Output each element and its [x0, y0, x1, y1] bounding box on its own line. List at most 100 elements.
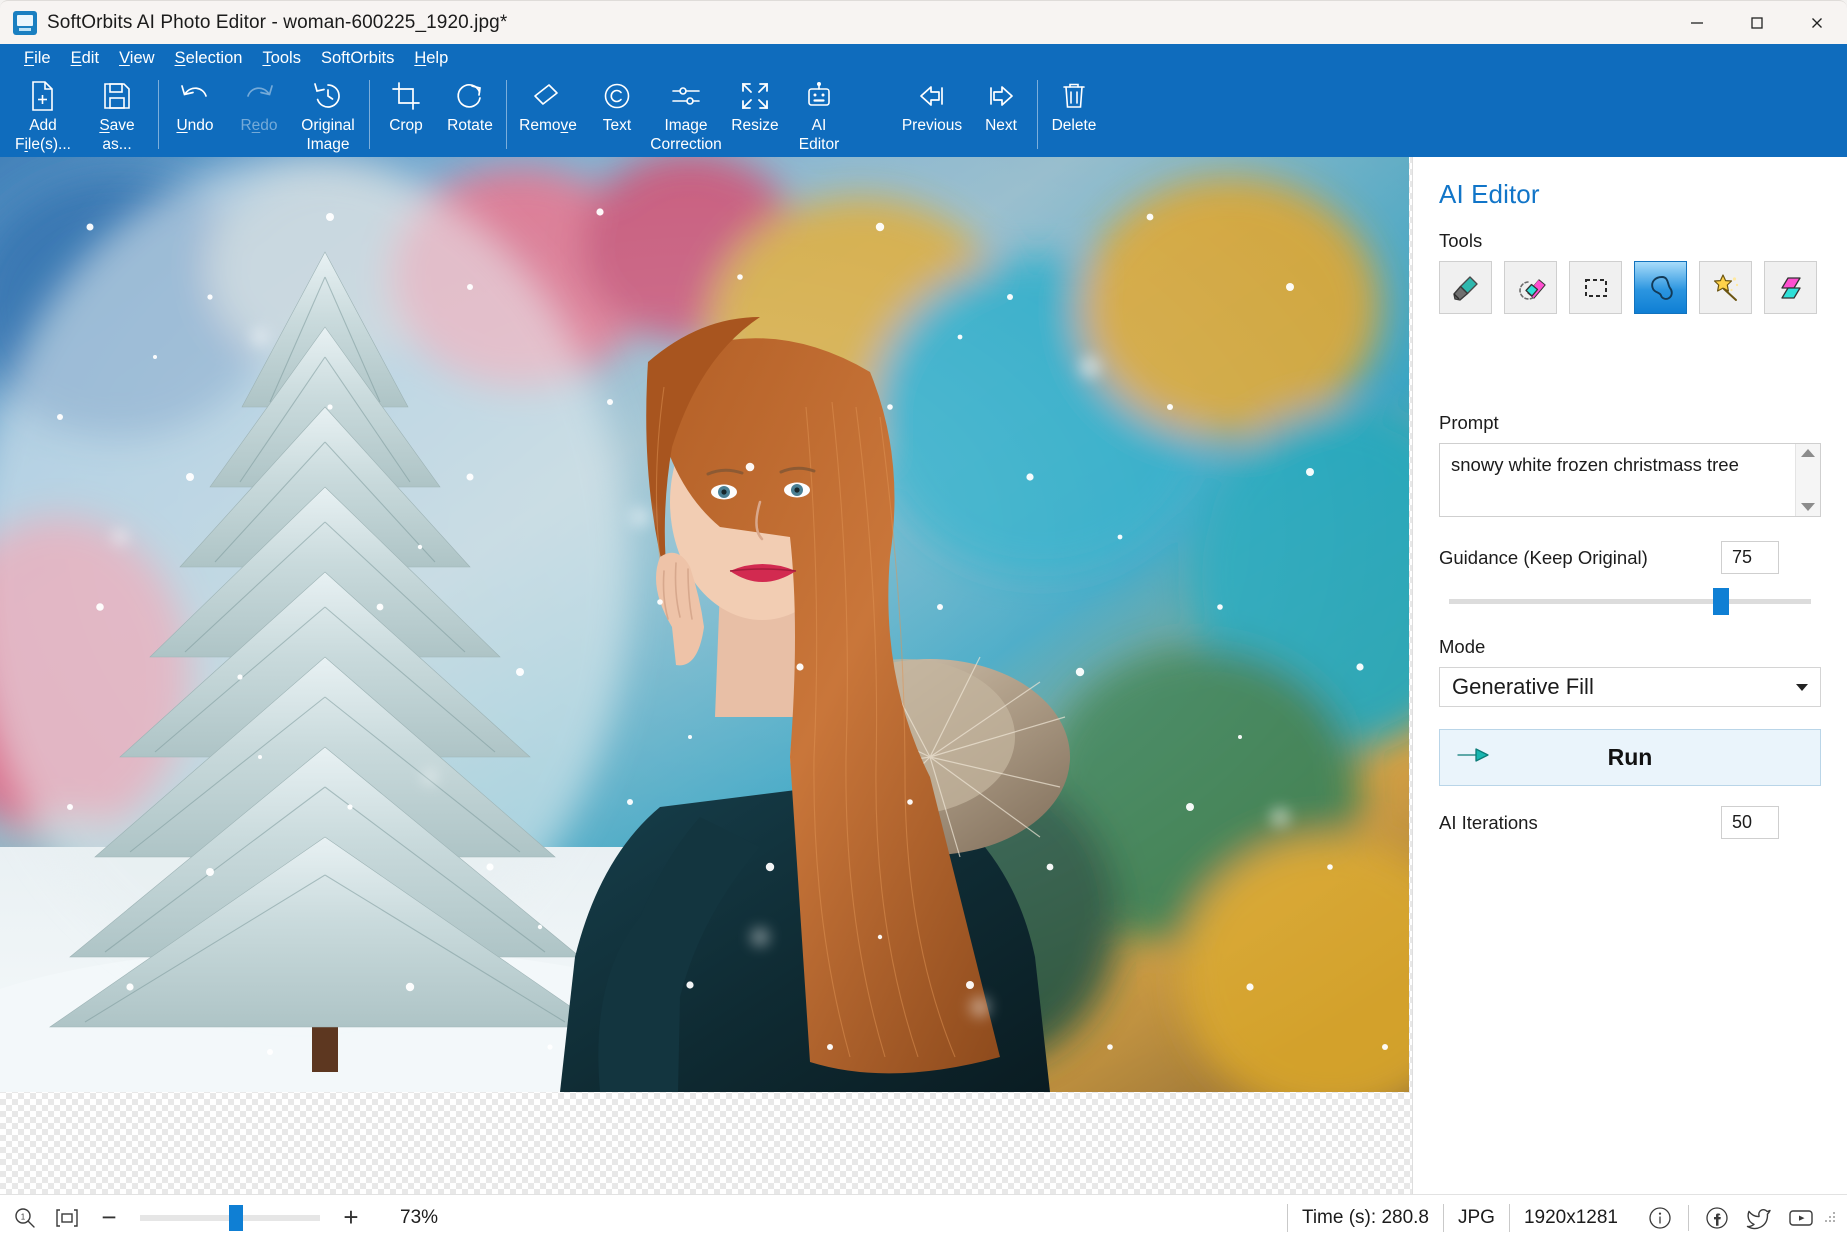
rectangle-select-tool-button[interactable]: [1569, 261, 1622, 314]
toolbar-save-as-label: Saveas...: [99, 116, 134, 154]
toolbar-original-image-button[interactable]: OriginalImage: [291, 72, 365, 157]
undo-icon: [179, 79, 211, 113]
twitter-icon[interactable]: [1745, 1204, 1773, 1232]
mode-selected-value: Generative Fill: [1452, 674, 1594, 700]
run-button-label: Run: [1440, 744, 1820, 771]
scroll-up-arrow-icon[interactable]: [1801, 449, 1815, 457]
panel-title: AI Editor: [1439, 179, 1821, 210]
toolbar-separator-2: [369, 80, 370, 149]
toolbar-image-correction-button[interactable]: ImageCorrection: [649, 72, 723, 157]
zoom-slider-thumb[interactable]: [229, 1205, 243, 1231]
toolbar-delete-label: Delete: [1052, 116, 1097, 135]
lasso-select-tool-button[interactable]: [1634, 261, 1687, 314]
menu-selection[interactable]: Selection: [165, 47, 253, 70]
edited-photo: [0, 157, 1409, 1092]
toolbar-rotate-label: Rotate: [447, 116, 493, 135]
zoom-one-to-one-icon[interactable]: 1: [12, 1205, 38, 1231]
toolbar-crop-label: Crop: [389, 116, 423, 135]
sliders-icon: [670, 79, 702, 113]
toolbar-previous-button[interactable]: Previous: [895, 72, 969, 157]
status-bar: 1 − + 73% Time (s): 280.8 JPG 1920x1281: [0, 1194, 1847, 1240]
trash-icon: [1061, 79, 1087, 113]
toolbar-text-button[interactable]: Text: [585, 72, 649, 157]
youtube-icon[interactable]: [1787, 1204, 1815, 1232]
rotate-icon: [456, 79, 484, 113]
prompt-scrollbar[interactable]: [1795, 444, 1820, 516]
toolbar-delete-button[interactable]: Delete: [1042, 72, 1106, 157]
toolbar-rotate-button[interactable]: Rotate: [438, 72, 502, 157]
info-icon[interactable]: [1646, 1204, 1674, 1232]
brush-tool-button[interactable]: [1439, 261, 1492, 314]
iterations-value-input[interactable]: 50: [1721, 806, 1779, 839]
robot-icon: [805, 79, 833, 113]
toolbar-redo-button[interactable]: Redo: [227, 72, 291, 157]
menu-view[interactable]: View: [109, 47, 164, 70]
menu-bar: File Edit View Selection Tools SoftOrbit…: [0, 44, 1847, 72]
toolbar-image-correction-label: ImageCorrection: [650, 116, 722, 154]
mode-select[interactable]: Generative Fill: [1439, 667, 1821, 707]
menu-edit[interactable]: Edit: [61, 47, 109, 70]
image-canvas[interactable]: [0, 157, 1412, 1194]
close-button[interactable]: [1787, 1, 1847, 45]
mode-label: Mode: [1439, 636, 1821, 658]
magic-wand-tool-button[interactable]: [1699, 261, 1752, 314]
menu-help[interactable]: Help: [404, 47, 458, 70]
save-icon: [102, 79, 132, 113]
invert-selection-tool-button[interactable]: [1764, 261, 1817, 314]
ai-editor-panel: AI Editor Tools: [1412, 157, 1847, 1194]
application-window: SoftOrbits AI Photo Editor - woman-60022…: [0, 0, 1847, 1240]
menu-file[interactable]: File: [14, 47, 61, 70]
zoom-out-button[interactable]: −: [96, 1205, 122, 1231]
svg-text:1: 1: [21, 1212, 26, 1221]
toolbar-undo-label: Undo: [176, 116, 213, 135]
gradient-parallelogram-icon: [1776, 273, 1806, 303]
zoom-in-button[interactable]: +: [338, 1205, 364, 1231]
status-bar-left: 1 − + 73%: [12, 1205, 438, 1231]
facebook-icon[interactable]: [1703, 1204, 1731, 1232]
toolbar-undo-button[interactable]: Undo: [163, 72, 227, 157]
toolbar: AddFile(s)... Saveas... Undo: [0, 72, 1847, 157]
toolbar-next-button[interactable]: Next: [969, 72, 1033, 157]
erase-selection-tool-button[interactable]: [1504, 261, 1557, 314]
toolbar-resize-label: Resize: [731, 116, 778, 135]
toolbar-resize-button[interactable]: Resize: [723, 72, 787, 157]
prompt-input[interactable]: [1440, 444, 1820, 516]
guidance-slider-track: [1449, 599, 1811, 604]
toolbar-remove-button[interactable]: Remove: [511, 72, 585, 157]
toolbar-previous-label: Previous: [902, 116, 962, 135]
scroll-down-arrow-icon[interactable]: [1801, 503, 1815, 511]
iterations-label: AI Iterations: [1439, 812, 1538, 834]
run-button[interactable]: Run: [1439, 729, 1821, 786]
minimize-button[interactable]: [1667, 1, 1727, 45]
zoom-slider[interactable]: [140, 1205, 320, 1231]
chevron-down-icon: [1796, 684, 1808, 691]
guidance-value-input[interactable]: 75: [1721, 541, 1779, 574]
tools-label: Tools: [1439, 230, 1821, 252]
menu-tools[interactable]: Tools: [252, 47, 311, 70]
image-dimensions-label: 1920x1281: [1509, 1204, 1632, 1232]
fit-to-window-icon[interactable]: [54, 1205, 80, 1231]
toolbar-redo-label: Redo: [240, 116, 277, 135]
file-format-label: JPG: [1443, 1204, 1509, 1232]
toolbar-next-label: Next: [985, 116, 1017, 135]
toolbar-ai-editor-button[interactable]: AIEditor: [787, 72, 851, 157]
prompt-label: Prompt: [1439, 412, 1821, 434]
status-bar-social: [1632, 1204, 1815, 1232]
guidance-label: Guidance (Keep Original): [1439, 547, 1648, 569]
toolbar-add-files-button[interactable]: AddFile(s)...: [6, 72, 80, 157]
resize-grip-icon[interactable]: [1825, 1212, 1837, 1224]
guidance-slider-thumb[interactable]: [1713, 588, 1729, 615]
tools-row: [1439, 261, 1821, 314]
window-title: SoftOrbits AI Photo Editor - woman-60022…: [47, 12, 507, 34]
guidance-row: Guidance (Keep Original) 75: [1439, 541, 1821, 574]
toolbar-crop-button[interactable]: Crop: [374, 72, 438, 157]
iterations-row: AI Iterations 50: [1439, 806, 1821, 839]
toolbar-save-as-button[interactable]: Saveas...: [80, 72, 154, 157]
guidance-slider[interactable]: [1449, 586, 1811, 616]
maximize-button[interactable]: [1727, 1, 1787, 45]
zoom-percent-label: 73%: [400, 1207, 438, 1229]
menu-softorbits[interactable]: SoftOrbits: [311, 47, 404, 70]
crop-icon: [392, 79, 420, 113]
window-controls: [1667, 1, 1847, 45]
app-logo-icon: [13, 11, 37, 35]
